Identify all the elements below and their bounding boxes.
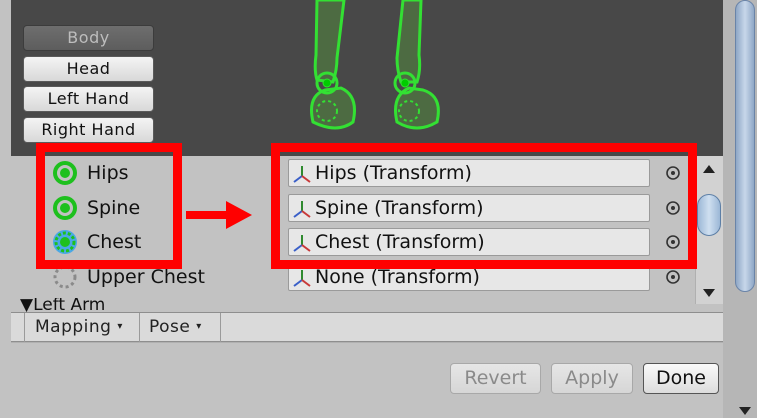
annotation-box-bone-names (36, 143, 182, 269)
bone-label-left-arm: ▼Left Arm (20, 298, 105, 312)
transform-icon (293, 269, 311, 287)
apply-button[interactable]: Apply (551, 363, 633, 394)
window-scroll-thumb[interactable] (735, 0, 755, 292)
head-button[interactable]: Head (23, 56, 154, 82)
dropdown-arrow-icon: ▾ (117, 321, 123, 332)
scroll-down-arrow-icon[interactable] (699, 286, 719, 300)
object-picker-icon[interactable] (665, 269, 681, 285)
done-button[interactable]: Done (643, 363, 719, 394)
list-scroll-thumb[interactable] (697, 194, 721, 236)
revert-button[interactable]: Revert (450, 363, 541, 394)
foldout-arrow-icon[interactable]: ▼ (20, 298, 33, 312)
annotation-arrow-icon (186, 201, 252, 229)
bone-label-upper-chest: Upper Chest (87, 266, 205, 288)
left-hand-button[interactable]: Left Hand (23, 86, 154, 112)
window-scroll-down-icon[interactable] (735, 404, 755, 418)
dropdown-arrow-icon: ▾ (196, 321, 202, 332)
pose-dropdown[interactable]: Pose ▾ (140, 313, 221, 342)
right-hand-button[interactable]: Right Hand (23, 117, 154, 143)
scroll-up-arrow-icon[interactable] (699, 162, 719, 176)
body-button[interactable]: Body (23, 25, 154, 51)
mapping-dropdown[interactable]: Mapping ▾ (24, 313, 140, 342)
left-window-edge (0, 0, 11, 418)
annotation-box-transform-fields (271, 143, 697, 269)
